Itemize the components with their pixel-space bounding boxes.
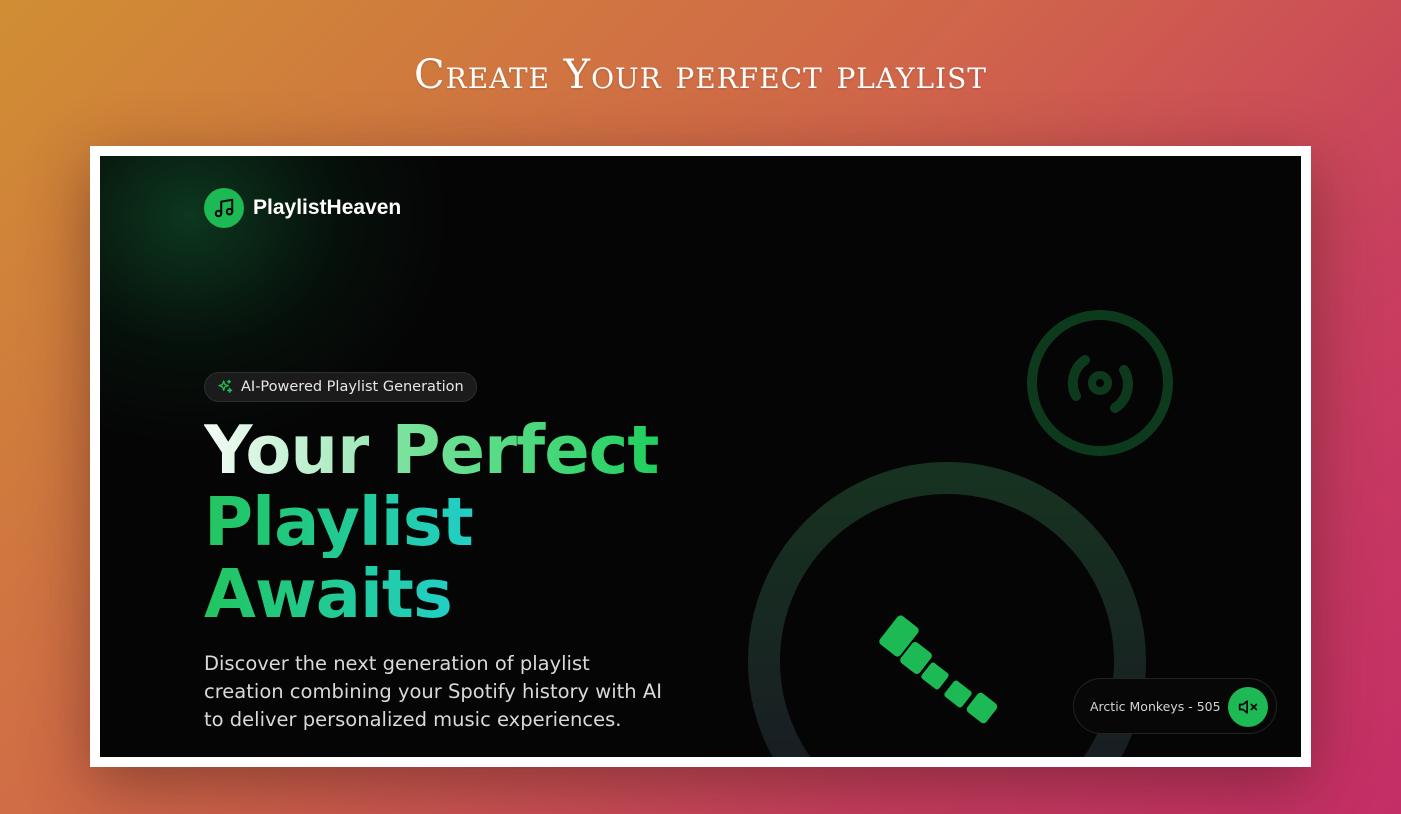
brand-logo[interactable]: PlaylistHeaven (204, 188, 401, 228)
ai-badge-label: AI-Powered Playlist Generation (241, 379, 464, 395)
page-heading: Create Your perfect playlist (414, 52, 987, 98)
equalizer-bars (879, 615, 998, 724)
now-playing-track: Arctic Monkeys - 505 (1090, 698, 1221, 714)
sparkles-icon (218, 379, 233, 393)
brand-name: PlaylistHeaven (253, 196, 402, 219)
mute-button[interactable] (1228, 687, 1268, 727)
now-playing-widget: Arctic Monkeys - 505 (1073, 678, 1277, 734)
hero-word: Perfect (391, 411, 659, 489)
hero-title: Your Perfect Playlist Awaits (204, 411, 659, 633)
disc-icon (1027, 310, 1173, 456)
volume-mute-icon (1238, 700, 1258, 714)
hero-word: Awaits (204, 555, 453, 633)
hero-word: Playlist (204, 483, 474, 561)
app-screen: PlaylistHeaven AI-Powered Playlist Gener… (100, 156, 1301, 757)
hero-word: Your (204, 411, 370, 489)
ai-badge: AI-Powered Playlist Generation (204, 372, 477, 402)
hero-description: Discover the next generation of playlist… (204, 652, 662, 731)
music-note-icon (204, 188, 244, 228)
preview-frame: PlaylistHeaven AI-Powered Playlist Gener… (90, 146, 1311, 767)
